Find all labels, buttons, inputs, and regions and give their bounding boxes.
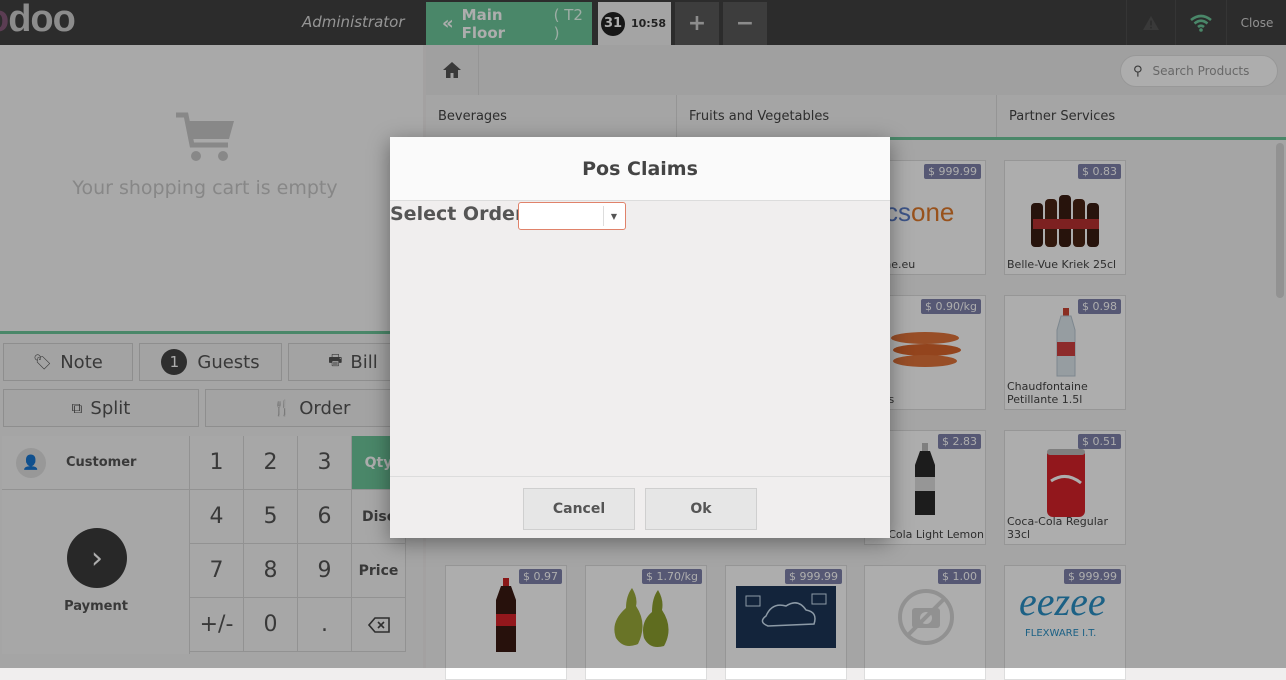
dialog-title: Pos Claims xyxy=(390,137,890,201)
dialog-footer: Cancel Ok xyxy=(390,476,890,538)
select-order-label: Select Order : xyxy=(390,203,539,225)
select-order-dropdown[interactable]: ▼ xyxy=(518,202,626,230)
cancel-button[interactable]: Cancel xyxy=(523,488,635,530)
caret-down-icon: ▼ xyxy=(603,206,624,226)
ok-button[interactable]: Ok xyxy=(645,488,757,530)
pos-claims-dialog: Pos Claims Select Order : ▼ Cancel Ok xyxy=(390,137,890,538)
